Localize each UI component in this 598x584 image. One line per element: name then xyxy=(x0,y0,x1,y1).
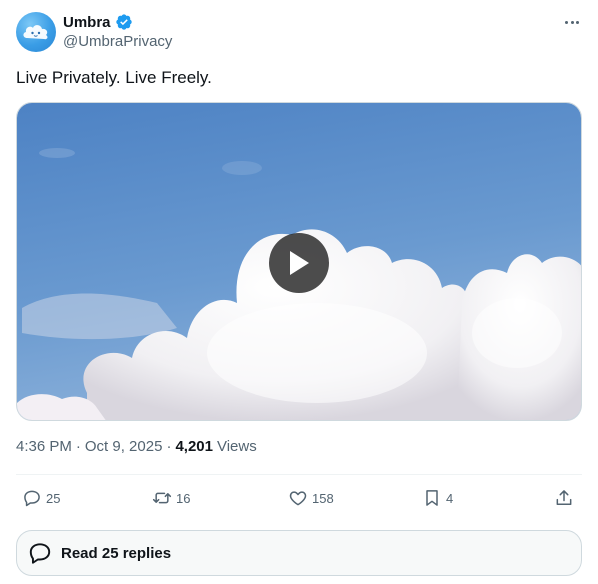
read-replies-button[interactable]: Read 25 replies xyxy=(16,530,582,576)
tweet-time[interactable]: 4:36 PM xyxy=(16,438,72,455)
more-options-button[interactable] xyxy=(560,12,584,32)
divider xyxy=(16,474,582,475)
action-bar: 25 16 158 4 xyxy=(16,484,582,512)
meta-separator: · xyxy=(166,438,172,455)
verified-badge-icon[interactable] xyxy=(115,13,133,31)
bookmark-button[interactable]: 4 xyxy=(422,484,453,512)
share-icon xyxy=(556,490,572,505)
more-dot-icon xyxy=(570,20,574,24)
play-button[interactable] xyxy=(269,233,329,293)
bookmark-icon xyxy=(426,490,438,506)
avatar[interactable] xyxy=(16,12,56,52)
tweet-meta: 4:36 PM · Oct 9, 2025 · 4,201 Views xyxy=(16,438,257,455)
tweet-card: Umbra @UmbraPrivacy Live Privately. Live… xyxy=(0,0,598,584)
reply-count: 25 xyxy=(46,490,61,506)
reply-button[interactable]: 25 xyxy=(22,484,60,512)
tweet-text: Live Privately. Live Freely. xyxy=(16,68,212,87)
author-name-row: Umbra xyxy=(63,12,133,32)
like-button[interactable]: 158 xyxy=(288,484,334,512)
video-player[interactable] xyxy=(16,102,582,421)
reply-icon xyxy=(24,490,40,507)
author-display-name[interactable]: Umbra xyxy=(63,14,111,31)
tweet-date[interactable]: Oct 9, 2025 xyxy=(85,438,163,455)
cloud-face-icon xyxy=(23,25,48,40)
views-count: 4,201 xyxy=(175,438,213,455)
more-dot-icon xyxy=(575,20,579,24)
bookmark-count: 4 xyxy=(446,490,454,506)
views-label: Views xyxy=(216,438,257,455)
like-count: 158 xyxy=(312,490,334,506)
read-replies-label: Read 25 replies xyxy=(61,544,172,562)
repost-icon xyxy=(152,492,172,504)
reply-icon xyxy=(29,543,51,564)
author-handle[interactable]: @UmbraPrivacy xyxy=(63,33,172,50)
heart-icon xyxy=(289,491,307,506)
repost-count: 16 xyxy=(176,490,191,506)
play-icon xyxy=(290,251,309,275)
repost-button[interactable]: 16 xyxy=(152,484,190,512)
share-button[interactable] xyxy=(554,484,574,512)
meta-separator: · xyxy=(75,438,81,455)
more-dot-icon xyxy=(565,20,569,24)
